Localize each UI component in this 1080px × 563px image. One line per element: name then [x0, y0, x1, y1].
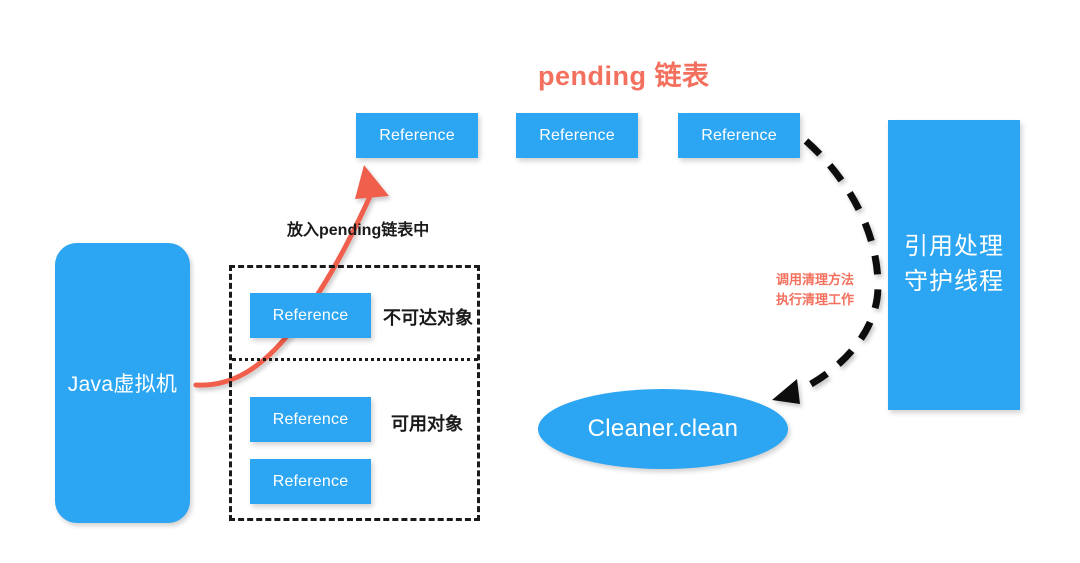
put-into-pending-annotation: 放入pending链表中 [287, 222, 430, 239]
pending-chain-node-1[interactable]: Reference [356, 113, 478, 158]
java-virtual-machine-label: Java虚拟机 [67, 373, 178, 396]
cleanup-annotation-line-1: 调用清理方法 [776, 272, 855, 287]
pool-reference-1[interactable]: Reference [250, 293, 371, 338]
cleaner-clean-label: Cleaner.clean [587, 415, 739, 442]
daemon-thread-label-line-1: 引用处理 [904, 233, 1004, 261]
java-virtual-machine-box[interactable]: Java虚拟机 [55, 243, 190, 523]
pool-reference-3-label: Reference [272, 472, 349, 490]
usable-objects-label: 可用对象 [391, 414, 463, 434]
daemon-thread-label-group: 引用处理 守护线程 [904, 230, 1004, 300]
pool-reference-2-label: Reference [272, 410, 349, 428]
pool-reference-2[interactable]: Reference [250, 397, 371, 442]
diagram-canvas: pending 链表 Reference Reference Reference… [0, 0, 1080, 563]
pending-chain-node-3[interactable]: Reference [678, 113, 800, 158]
reference-handler-daemon-thread-box[interactable]: 引用处理 守护线程 [888, 120, 1020, 410]
pending-chain-node-2[interactable]: Reference [516, 113, 638, 158]
reachability-divider [232, 358, 478, 361]
page-title: pending 链表 [538, 61, 710, 91]
pool-reference-1-label: Reference [272, 306, 349, 324]
daemon-thread-label-line-2: 守护线程 [904, 268, 1004, 295]
pending-chain-node-1-label: Reference [379, 126, 455, 144]
pool-reference-3[interactable]: Reference [250, 459, 371, 504]
unreachable-objects-label: 不可达对象 [383, 308, 473, 328]
cleaner-clean-node[interactable]: Cleaner.clean [538, 389, 788, 469]
cleanup-annotation-line-2: 执行清理工作 [776, 292, 855, 308]
cleanup-annotation: 调用清理方法 执行清理工作 [776, 270, 854, 310]
pending-chain-node-3-label: Reference [701, 126, 777, 144]
pending-chain-node-2-label: Reference [539, 126, 615, 144]
